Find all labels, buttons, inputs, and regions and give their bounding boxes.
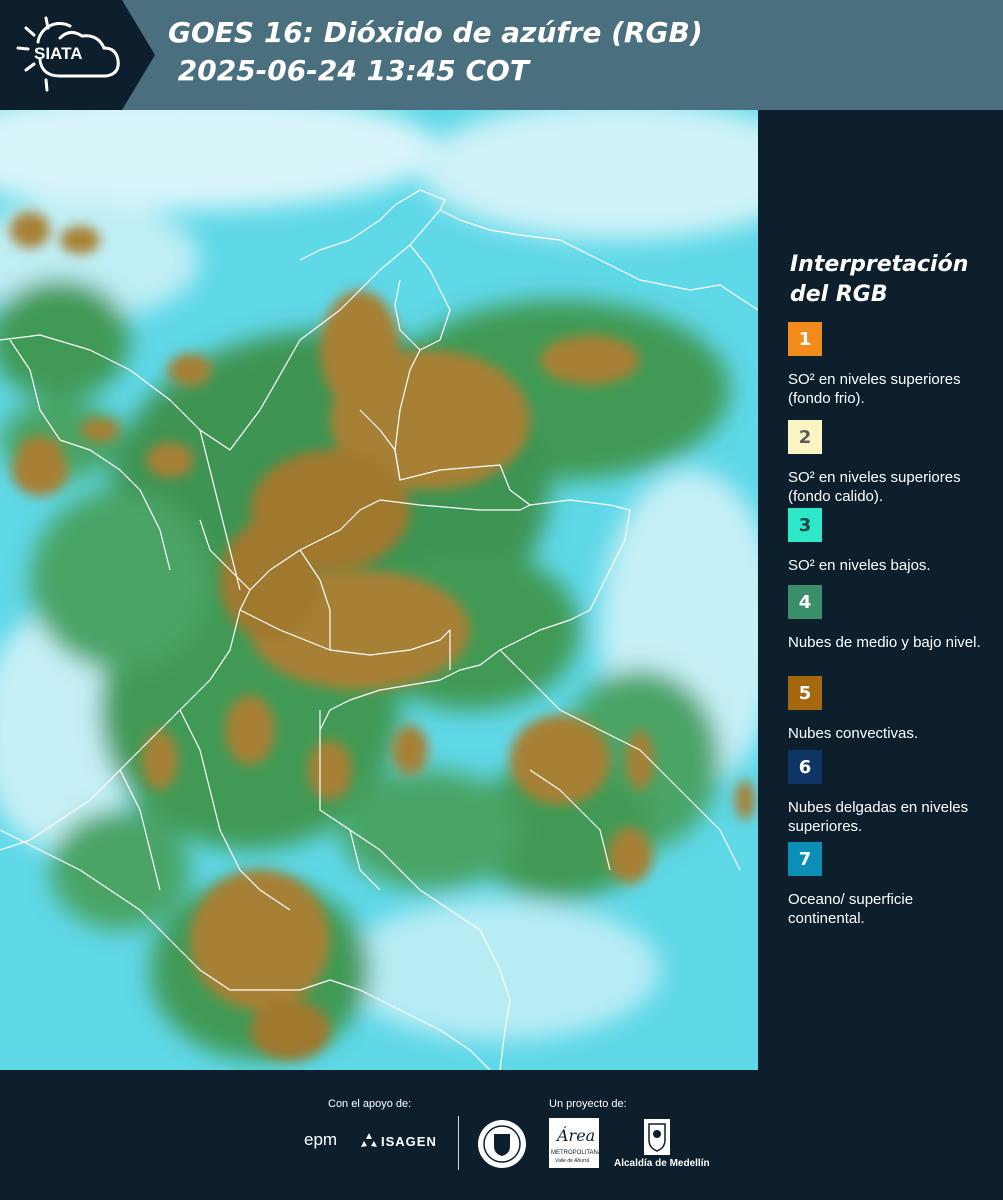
header-bar: SIATA GOES 16: Dióxido de azúfre (RGB) 2… xyxy=(0,0,1003,110)
legend-number-4: 4 xyxy=(798,591,812,613)
area-metropolitana-logo: Área METROPOLITANA Valle de Aburrá xyxy=(549,1118,602,1168)
legend-swatch-7: 7 xyxy=(788,842,822,876)
legend-label-2: SO² en niveles superiores (fondo calido)… xyxy=(788,469,961,505)
legend-number-2: 2 xyxy=(798,426,812,448)
legend-number-5: 5 xyxy=(798,682,812,704)
legend-item-5: 5 Nubes convectivas. xyxy=(788,676,993,743)
isagen-logo: ISAGEN xyxy=(381,1134,437,1149)
legend-title: Interpretación del RGB xyxy=(790,252,969,307)
page-title: GOES 16: Dióxido de azúfre (RGB) 2025-06… xyxy=(168,14,703,90)
legend-item-4: 4 Nubes de medio y bajo nivel. xyxy=(788,585,993,652)
alcaldia-logo-text: Alcaldía de Medellín xyxy=(614,1158,710,1169)
legend-label-6: Nubes delgadas en niveles superiores. xyxy=(788,799,969,835)
legend-number-7: 7 xyxy=(798,848,812,870)
rgb-satellite-image xyxy=(0,110,758,1070)
legend-number-1: 1 xyxy=(798,328,812,350)
legend-label-1: SO² en niveles superiores (fondo frio). xyxy=(788,371,961,407)
legend-label-7: Oceano/ superficie continental. xyxy=(788,891,914,927)
support-label: Con el apoyo de: xyxy=(328,1098,412,1110)
legend-item-2: 2 SO² en niveles superiores (fondo calid… xyxy=(788,420,993,506)
legend-item-1: 1 SO² en niveles superiores (fondo frio)… xyxy=(788,322,993,408)
footer-divider xyxy=(458,1116,459,1170)
area-logo-subtext2: Valle de Aburrá xyxy=(555,1158,590,1164)
satellite-map xyxy=(0,110,758,1070)
legend-swatch-1: 1 xyxy=(788,322,822,356)
legend-number-3: 3 xyxy=(798,514,812,536)
area-logo-text: Área xyxy=(557,1126,596,1145)
area-logo-subtext: METROPOLITANA xyxy=(551,1150,602,1156)
legend-item-3: 3 SO² en niveles bajos. xyxy=(788,508,993,575)
medellin-seal-icon xyxy=(478,1120,526,1168)
legend-swatch-4: 4 xyxy=(788,585,822,619)
project-label: Un proyecto de: xyxy=(549,1098,627,1110)
legend-swatch-5: 5 xyxy=(788,676,822,710)
title-line-datetime: 2025-06-24 13:45 COT xyxy=(168,54,529,87)
legend-swatch-3: 3 xyxy=(788,508,822,542)
legend-swatch-6: 6 xyxy=(788,750,822,784)
legend-number-6: 6 xyxy=(798,756,812,778)
legend-item-6: 6 Nubes delgadas en niveles superiores. xyxy=(788,750,993,836)
siata-logo-text: SIATA xyxy=(34,44,83,63)
alcaldia-shield-icon xyxy=(644,1119,670,1155)
title-line-product: GOES 16: Dióxido de azúfre (RGB) xyxy=(168,16,703,49)
legend-panel: Interpretación del RGB 1 SO² en niveles … xyxy=(758,110,1003,1070)
epm-logo: epm xyxy=(304,1130,338,1149)
legend-item-7: 7 Oceano/ superficie continental. xyxy=(788,842,993,928)
legend-label-4: Nubes de medio y bajo nivel. xyxy=(788,634,981,651)
legend-label-3: SO² en niveles bajos. xyxy=(788,557,931,574)
isagen-logo-icon xyxy=(361,1133,377,1147)
legend-swatch-2: 2 xyxy=(788,420,822,454)
footer: Con el apoyo de: Un proyecto de: epm ISA… xyxy=(0,1070,1003,1200)
legend-label-5: Nubes convectivas. xyxy=(788,725,919,742)
